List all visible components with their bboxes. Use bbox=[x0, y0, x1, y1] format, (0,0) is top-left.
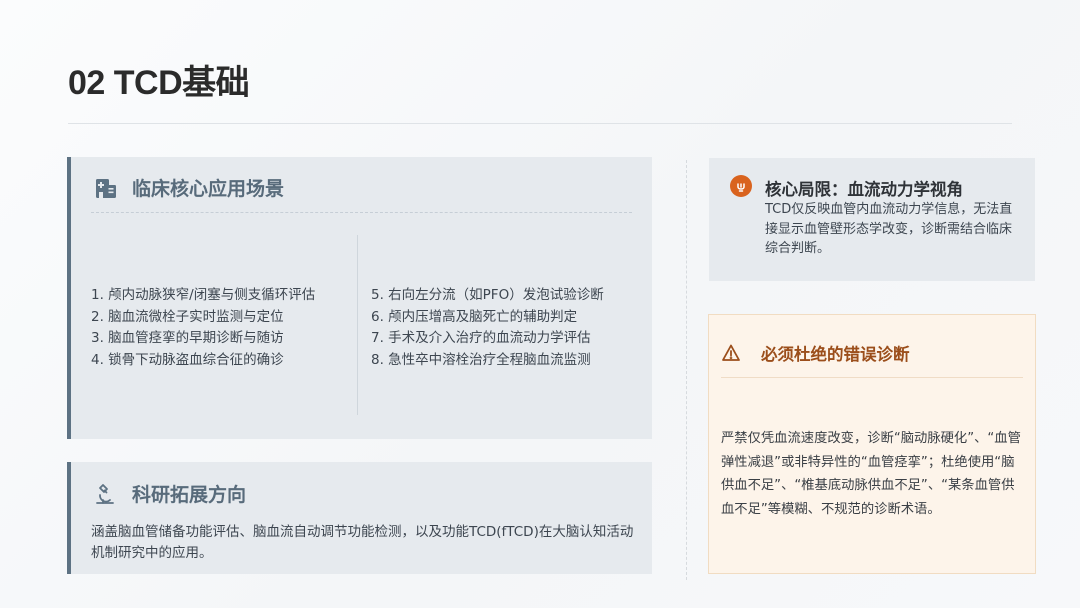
warning-divider bbox=[721, 377, 1023, 378]
prohibited-diagnosis-card: 必须杜绝的错误诊断 严禁仅凭血流速度改变，诊断“脑动脉硬化”、“血管弹性减退”或… bbox=[708, 314, 1036, 574]
clinical-list-left: 1. 颅内动脉狭窄/闭塞与侧支循环评估 2. 脑血流微栓子实时监测与定位 3. … bbox=[91, 285, 361, 371]
list-item: 5. 右向左分流（如PFO）发泡试验诊断 bbox=[371, 287, 604, 303]
clinical-card-title: 临床核心应用场景 bbox=[132, 178, 285, 200]
clinical-list-right: 5. 右向左分流（如PFO）发泡试验诊断 6. 颅内压增高及脑死亡的辅助判定 7… bbox=[371, 285, 646, 371]
limitation-title: 核心局限：血流动力学视角 bbox=[765, 180, 963, 199]
vertical-separator bbox=[686, 160, 687, 580]
warning-title: 必须杜绝的错误诊断 bbox=[761, 345, 910, 364]
warning-text: 严禁仅凭血流速度改变，诊断“脑动脉硬化”、“血管弹性减退”或非特异性的“血管痉挛… bbox=[721, 431, 1021, 517]
list-item: 8. 急性卒中溶栓治疗全程脑血流监测 bbox=[371, 351, 591, 368]
research-card-header: 科研拓展方向 bbox=[93, 480, 246, 507]
title-divider bbox=[68, 123, 1012, 124]
limitation-text: TCD仅反映血管内血流动力学信息，无法直接显示血管壁形态学改变，诊断需结合临床综… bbox=[765, 202, 1013, 256]
microscope-icon bbox=[93, 481, 119, 507]
clinical-card-divider bbox=[91, 212, 632, 213]
hospital-icon bbox=[93, 175, 119, 201]
core-limitation-card: 核心局限：血流动力学视角 TCD仅反映血管内血流动力学信息，无法直接显示血管壁形… bbox=[709, 158, 1035, 281]
list-item: 7. 手术及介入治疗的血流动力学评估 bbox=[371, 330, 591, 346]
list-item: 3. 脑血管痉挛的早期诊断与随访 bbox=[91, 330, 284, 346]
lightbulb-icon bbox=[730, 175, 752, 197]
list-item: 6. 颅内压增高及脑死亡的辅助判定 bbox=[371, 308, 578, 325]
clinical-card-header: 临床核心应用场景 bbox=[93, 174, 284, 201]
list-item: 4. 锁骨下动脉盗血综合征的确诊 bbox=[91, 351, 284, 368]
research-card-title: 科研拓展方向 bbox=[132, 484, 247, 506]
research-direction-card: 科研拓展方向 涵盖脑血管储备功能评估、脑血流自动调节功能检测，以及功能TCD(f… bbox=[67, 462, 652, 574]
warning-triangle-icon bbox=[721, 343, 741, 363]
research-description: 涵盖脑血管储备功能评估、脑血流自动调节功能检测，以及功能TCD(fTCD)在大脑… bbox=[91, 524, 634, 561]
page-title: 02 TCD基础 bbox=[68, 64, 250, 102]
list-item: 1. 颅内动脉狭窄/闭塞与侧支循环评估 bbox=[91, 287, 316, 303]
clinical-applications-card: 临床核心应用场景 1. 颅内动脉狭窄/闭塞与侧支循环评估 2. 脑血流微栓子实时… bbox=[67, 157, 652, 439]
list-item: 2. 脑血流微栓子实时监测与定位 bbox=[91, 308, 284, 325]
